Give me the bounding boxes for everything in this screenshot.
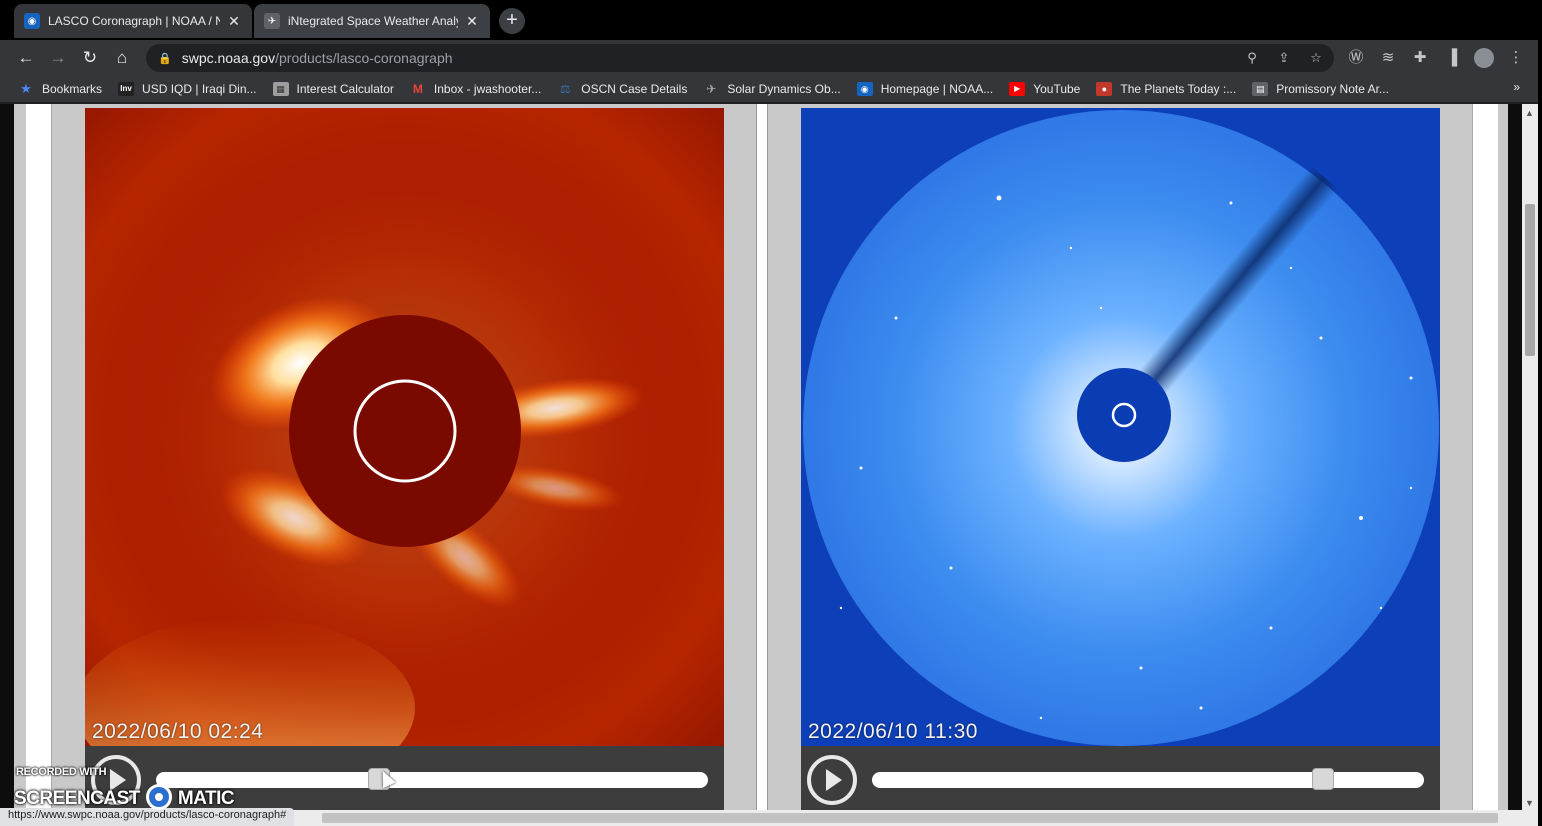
oscn-icon: ⚖ — [559, 82, 571, 96]
bookmark-star-icon[interactable]: ☆ — [1306, 48, 1326, 68]
lasco-c3-viewer: 2022/06/10 11:30 — [801, 108, 1440, 810]
bookmark-item[interactable]: M Inbox - jwashooter... — [410, 82, 541, 96]
gmail-icon: M — [412, 82, 423, 96]
calculator-icon: ▦ — [272, 82, 289, 96]
noaa-favicon-icon: ◉ — [24, 13, 40, 29]
scroll-down-icon[interactable]: ▼ — [1525, 798, 1534, 808]
reload-icon[interactable]: ↻ — [78, 46, 102, 70]
scroll-up-icon[interactable]: ▲ — [1525, 108, 1534, 118]
watermark-top-text: RECORDED WITH — [16, 766, 107, 778]
bookmark-item[interactable]: ▤ Promissory Note Ar... — [1252, 82, 1389, 96]
url-host: swpc.noaa.gov — [181, 50, 276, 66]
page-content: 2022/06/10 02:24 2022/06/10 11:30 — [0, 104, 1522, 810]
planets-icon: ● — [1096, 82, 1113, 96]
lasco-c2-viewer: 2022/06/10 02:24 — [85, 108, 724, 810]
document-icon: ▤ — [1252, 82, 1269, 96]
tab-strip: ◉ LASCO Coronagraph | NOAA / NWS Space W… — [0, 0, 1542, 40]
browser-window: ◉ LASCO Coronagraph | NOAA / NWS Space W… — [0, 0, 1542, 826]
tab-close-icon[interactable]: ✕ — [226, 13, 242, 29]
lasco-c3-image: 2022/06/10 11:30 — [801, 108, 1440, 746]
address-bar[interactable]: 🔒 swpc.noaa.gov/products/lasco-coronagra… — [146, 44, 1334, 72]
tab-lasco-coronagraph[interactable]: ◉ LASCO Coronagraph | NOAA / NWS Space W… — [14, 4, 252, 38]
play-icon — [826, 769, 842, 791]
youtube-icon: ▶ — [1009, 82, 1026, 96]
extension-wave-icon[interactable]: ≋ — [1376, 46, 1400, 70]
watermark-logo: SCREENCAST MATIC — [14, 784, 235, 812]
timestamp-label: 2022/06/10 02:24 — [92, 720, 264, 743]
forward-arrow-icon[interactable]: → — [46, 46, 70, 70]
url-path: /products/lasco-coronagraph — [275, 50, 453, 66]
tab-title: iNtegrated Space Weather Analysis — [288, 14, 458, 28]
frame-slider[interactable] — [872, 768, 1424, 790]
bookmarks-overflow-icon[interactable]: » — [1513, 80, 1520, 94]
scrollbar-thumb[interactable] — [1525, 204, 1535, 356]
bookmarks-bar: ★ Bookmarks Inv USD IQD | Iraqi Din... ▦ In… — [0, 76, 1542, 102]
slider-thumb[interactable] — [1312, 768, 1334, 790]
inv-icon: Inv — [118, 82, 135, 96]
extension-w-icon[interactable]: Ⓦ — [1344, 46, 1368, 70]
tab-space-weather-analysis[interactable]: ✈ iNtegrated Space Weather Analysis ✕ — [254, 4, 490, 38]
screencast-logo-icon — [145, 784, 172, 810]
bookmark-item[interactable]: ◉ Homepage | NOAA... — [856, 82, 993, 96]
bookmark-item[interactable]: ⚖ OSCN Case Details — [557, 82, 687, 96]
timestamp-label: 2022/06/10 11:30 — [808, 720, 978, 743]
screencast-watermark: RECORDED WITH SCREENCAST MATIC — [14, 766, 254, 810]
extensions-puzzle-icon[interactable]: ✚ — [1408, 46, 1432, 70]
bookmark-item[interactable]: ▶ YouTube — [1009, 82, 1080, 96]
bookmark-item[interactable]: ✈ Solar Dynamics Ob... — [703, 82, 840, 96]
animation-controls — [801, 746, 1440, 810]
bookmark-item[interactable]: ● The Planets Today :... — [1096, 82, 1236, 96]
satellite-icon: ✈ — [706, 82, 717, 96]
tab-close-icon[interactable]: ✕ — [464, 13, 480, 29]
side-panel-icon[interactable]: ▐ — [1440, 46, 1464, 70]
zoom-icon[interactable]: ⚲ — [1242, 48, 1262, 68]
tab-title: LASCO Coronagraph | NOAA / NWS Space Wea… — [48, 14, 220, 28]
vertical-scrollbar[interactable]: ▲ ▼ — [1522, 104, 1538, 810]
browser-toolbar: ← → ↻ ⌂ 🔒 swpc.noaa.gov/products/lasco-c… — [0, 40, 1542, 76]
noaa-icon: ◉ — [856, 82, 873, 96]
share-icon[interactable]: ⇪ — [1274, 48, 1294, 68]
bookmark-item[interactable]: Inv USD IQD | Iraqi Din... — [118, 82, 257, 96]
bookmark-item[interactable]: ▦ Interest Calculator — [272, 82, 394, 96]
home-icon[interactable]: ⌂ — [110, 46, 134, 70]
satellite-favicon-icon: ✈ — [264, 13, 280, 29]
profile-avatar[interactable] — [1474, 48, 1494, 68]
lasco-c2-image: 2022/06/10 02:24 — [85, 108, 724, 746]
bookmark-item[interactable]: ★ Bookmarks — [18, 81, 102, 97]
new-tab-button[interactable]: + — [499, 8, 525, 34]
lock-icon: 🔒 — [158, 52, 172, 65]
back-arrow-icon[interactable]: ← — [14, 46, 38, 70]
play-button[interactable] — [807, 755, 857, 805]
menu-kebab-icon[interactable]: ⋮ — [1504, 46, 1528, 70]
scrollbar-thumb[interactable] — [322, 813, 1498, 823]
star-icon: ★ — [20, 81, 32, 96]
